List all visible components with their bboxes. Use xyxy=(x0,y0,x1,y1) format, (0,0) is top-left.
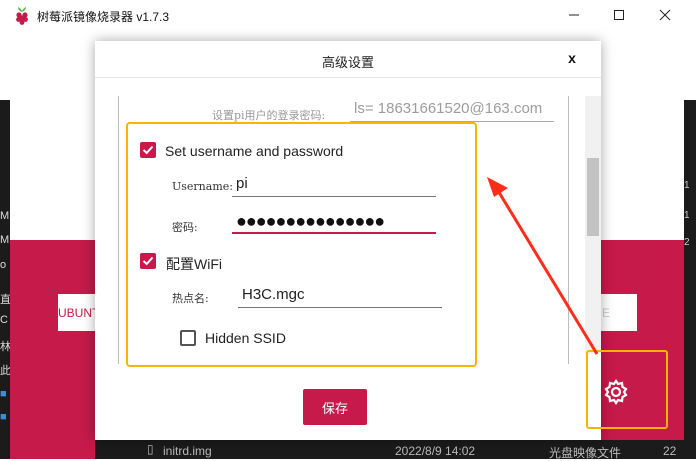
annotation-arrow xyxy=(487,177,599,355)
